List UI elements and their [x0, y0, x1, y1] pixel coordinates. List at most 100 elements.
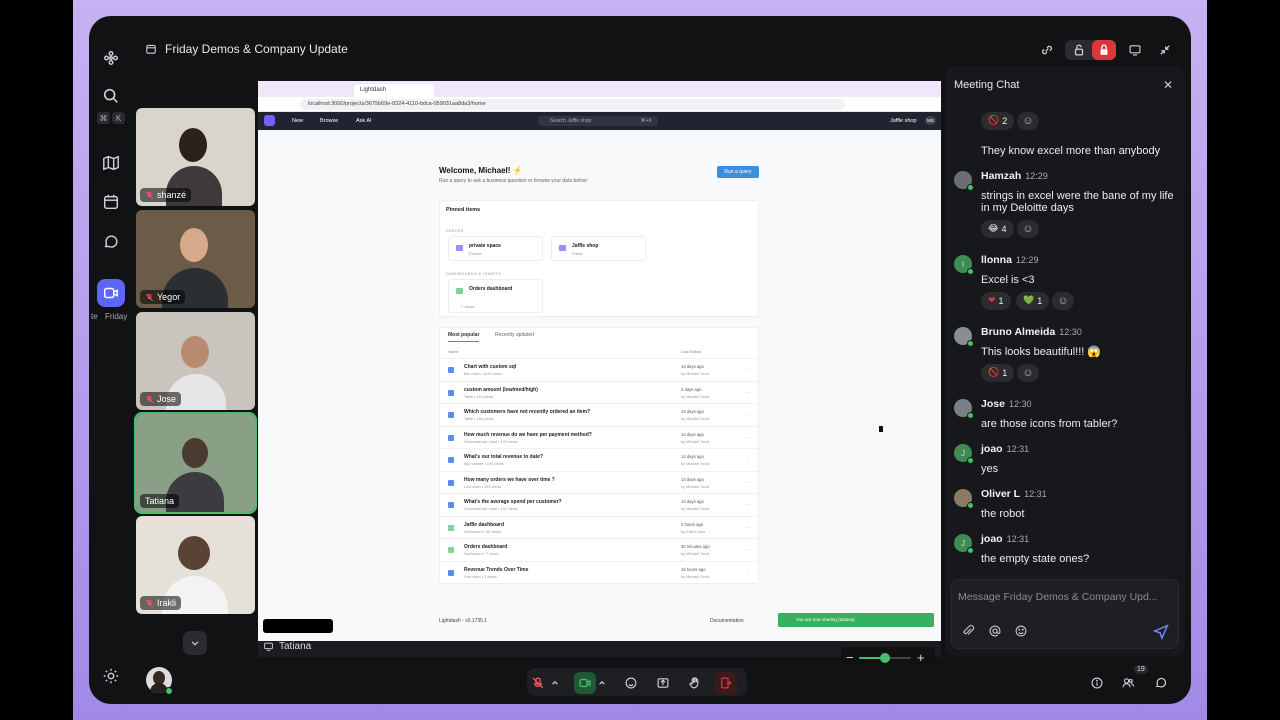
calendar-icon[interactable] — [97, 188, 125, 216]
reaction-chip[interactable]: 💚 1 — [1016, 292, 1050, 310]
table-row[interactable]: Orders dashboard Dashboard • 7 views 30 mi… — [440, 538, 759, 560]
chat-icon[interactable] — [1150, 672, 1172, 694]
message-input[interactable]: Message Friday Demos & Company Upd... — [958, 591, 1174, 603]
nav-new[interactable]: New — [292, 118, 303, 124]
participant-tile[interactable]: Irakli — [136, 516, 255, 614]
lightdash-search[interactable]: Search Jaffle shop ⌘+K — [538, 116, 658, 126]
tab-recently-updated[interactable]: Recently updated — [495, 332, 534, 338]
raise-hand-icon[interactable] — [684, 672, 706, 694]
table-row[interactable]: custom amount (low/med/high) Table • 114 … — [440, 380, 759, 403]
participant-name: Yegor — [157, 292, 181, 302]
table-row[interactable]: What's the average spend per customer? Ho… — [440, 493, 759, 515]
welcome-title: Welcome, Michael! ⚡ — [439, 166, 523, 175]
close-icon[interactable]: ✕ — [1163, 78, 1173, 92]
table-row[interactable]: Which customers have not recently ordere… — [440, 403, 759, 425]
row-subtitle: Table • 166 views — [464, 417, 494, 421]
row-menu-button[interactable]: ··· — [745, 547, 750, 553]
zoom-in-button[interactable]: + — [917, 650, 925, 665]
chat-bubbles-icon[interactable] — [97, 228, 125, 256]
address-bar[interactable]: localhost:3000/projects/3675b69e-8324-41… — [300, 99, 845, 110]
run-query-button[interactable]: Run a query — [717, 166, 759, 178]
unlock-icon[interactable] — [1067, 40, 1091, 60]
dashboard-card[interactable]: Orders dashboard 7 views — [448, 279, 543, 313]
map-icon[interactable] — [97, 149, 125, 177]
avatar: I — [954, 255, 974, 275]
row-menu-button[interactable]: ··· — [745, 367, 750, 373]
camera-options-chevron-icon[interactable] — [596, 672, 608, 694]
table-row[interactable]: Jaffle dashboard Dashboard • 60 views 2 ho… — [440, 515, 759, 538]
row-title: How much revenue do we have per payment … — [464, 431, 592, 438]
user-avatar[interactable]: MS — [925, 116, 936, 125]
row-menu-button[interactable]: ··· — [745, 390, 750, 396]
participant-tile[interactable]: Jose — [136, 312, 255, 410]
workspace-logo-icon[interactable] — [97, 44, 125, 72]
space-card[interactable]: private space Private — [448, 236, 543, 261]
mic-options-chevron-icon[interactable] — [549, 672, 561, 694]
info-icon[interactable] — [1086, 672, 1108, 694]
row-menu-button[interactable]: ··· — [745, 525, 750, 531]
mention-icon[interactable] — [988, 624, 1002, 638]
documentation-link[interactable]: Documentation — [710, 618, 744, 624]
send-icon[interactable] — [1152, 622, 1170, 640]
table-row[interactable]: How much revenue do we have per payment … — [440, 425, 759, 448]
space-card[interactable]: Jaffle shop Public — [551, 236, 646, 261]
share-screen-icon[interactable] — [652, 672, 674, 694]
table-row[interactable]: What's our total revenue to date? Big num… — [440, 448, 759, 470]
table-row[interactable]: Chart with custom sql Bar chart • 1619 vi… — [440, 358, 759, 380]
participant-tile[interactable]: Yegor — [136, 210, 255, 308]
reaction-chip[interactable]: 🚫 1 — [981, 364, 1015, 382]
row-menu-button[interactable]: ··· — [745, 412, 750, 418]
row-menu-button[interactable]: ··· — [745, 435, 750, 441]
row-menu-button[interactable]: ··· — [745, 480, 750, 486]
add-reaction-icon[interactable]: ☺ — [1017, 364, 1039, 382]
reaction-chip[interactable]: 😂 4 — [981, 220, 1014, 238]
reactions-emoji-icon[interactable] — [620, 672, 642, 694]
row-menu-button[interactable]: ··· — [745, 502, 750, 508]
nav-browse[interactable]: Browse — [320, 118, 338, 124]
lock-icon[interactable] — [1092, 40, 1116, 60]
screen-share-icon[interactable] — [1123, 40, 1147, 60]
browser-tab[interactable]: Lightdash — [354, 84, 434, 97]
reaction-chip[interactable]: 🚫 2 — [981, 112, 1015, 130]
table-row[interactable]: How many orders we have over time ? Line … — [440, 470, 759, 493]
message-composer[interactable]: Message Friday Demos & Company Upd... — [951, 579, 1179, 649]
add-reaction-icon[interactable]: ☺ — [1017, 220, 1039, 238]
reaction-count: 4 — [1001, 224, 1007, 234]
project-switcher[interactable]: Jaffle shop — [890, 118, 917, 124]
zoom-out-button[interactable]: − — [846, 650, 854, 665]
row-edited-by: by Michael Scott — [681, 484, 709, 489]
participant-tile-active-speaker[interactable]: Tatiana — [134, 412, 257, 514]
meeting-video-icon[interactable] — [97, 279, 125, 307]
tab-most-popular[interactable]: Most popular — [448, 332, 480, 342]
nav-ask-ai[interactable]: Ask AI — [356, 118, 372, 124]
participant-tile[interactable]: shanzé — [136, 108, 255, 206]
table-chart-icon — [448, 457, 454, 463]
mic-muted-icon[interactable] — [527, 672, 549, 694]
lightdash-logo-icon[interactable] — [264, 115, 275, 126]
row-menu-button[interactable]: ··· — [745, 457, 750, 463]
row-edited: 4 days ago — [681, 386, 702, 392]
zoom-slider-handle[interactable] — [880, 653, 890, 663]
message-author: Jose 12:30 — [981, 398, 1031, 410]
row-edited-by: by Michael Scott — [681, 439, 709, 444]
scroll-participants-button[interactable] — [183, 631, 207, 655]
copy-link-icon[interactable] — [1035, 40, 1059, 60]
browser-tab-strip: Lightdash — [258, 81, 941, 97]
reaction-chip[interactable]: ❤ 1 — [981, 292, 1011, 310]
presenter-toolbar[interactable] — [263, 619, 333, 633]
leave-call-icon[interactable] — [715, 672, 737, 694]
emoji-icon[interactable] — [1014, 624, 1028, 638]
row-title: Revenue Trends Over Time — [464, 566, 529, 573]
table-row[interactable]: Revenue Trends Over Time Line chart • 3 v… — [440, 560, 759, 583]
row-menu-button[interactable]: ··· — [745, 570, 750, 576]
participant-video — [182, 438, 208, 468]
camera-on-icon[interactable] — [574, 672, 596, 694]
search-icon[interactable] — [97, 82, 125, 110]
add-reaction-icon[interactable]: ☺ — [1017, 112, 1039, 130]
participants-icon[interactable] — [1117, 672, 1139, 694]
attachment-icon[interactable] — [961, 624, 975, 638]
letterbox-right — [1207, 0, 1280, 720]
message-text: Excel is <3 — [981, 274, 1035, 286]
add-reaction-icon[interactable]: ☺ — [1052, 292, 1074, 310]
minimize-icon[interactable] — [1153, 40, 1177, 60]
